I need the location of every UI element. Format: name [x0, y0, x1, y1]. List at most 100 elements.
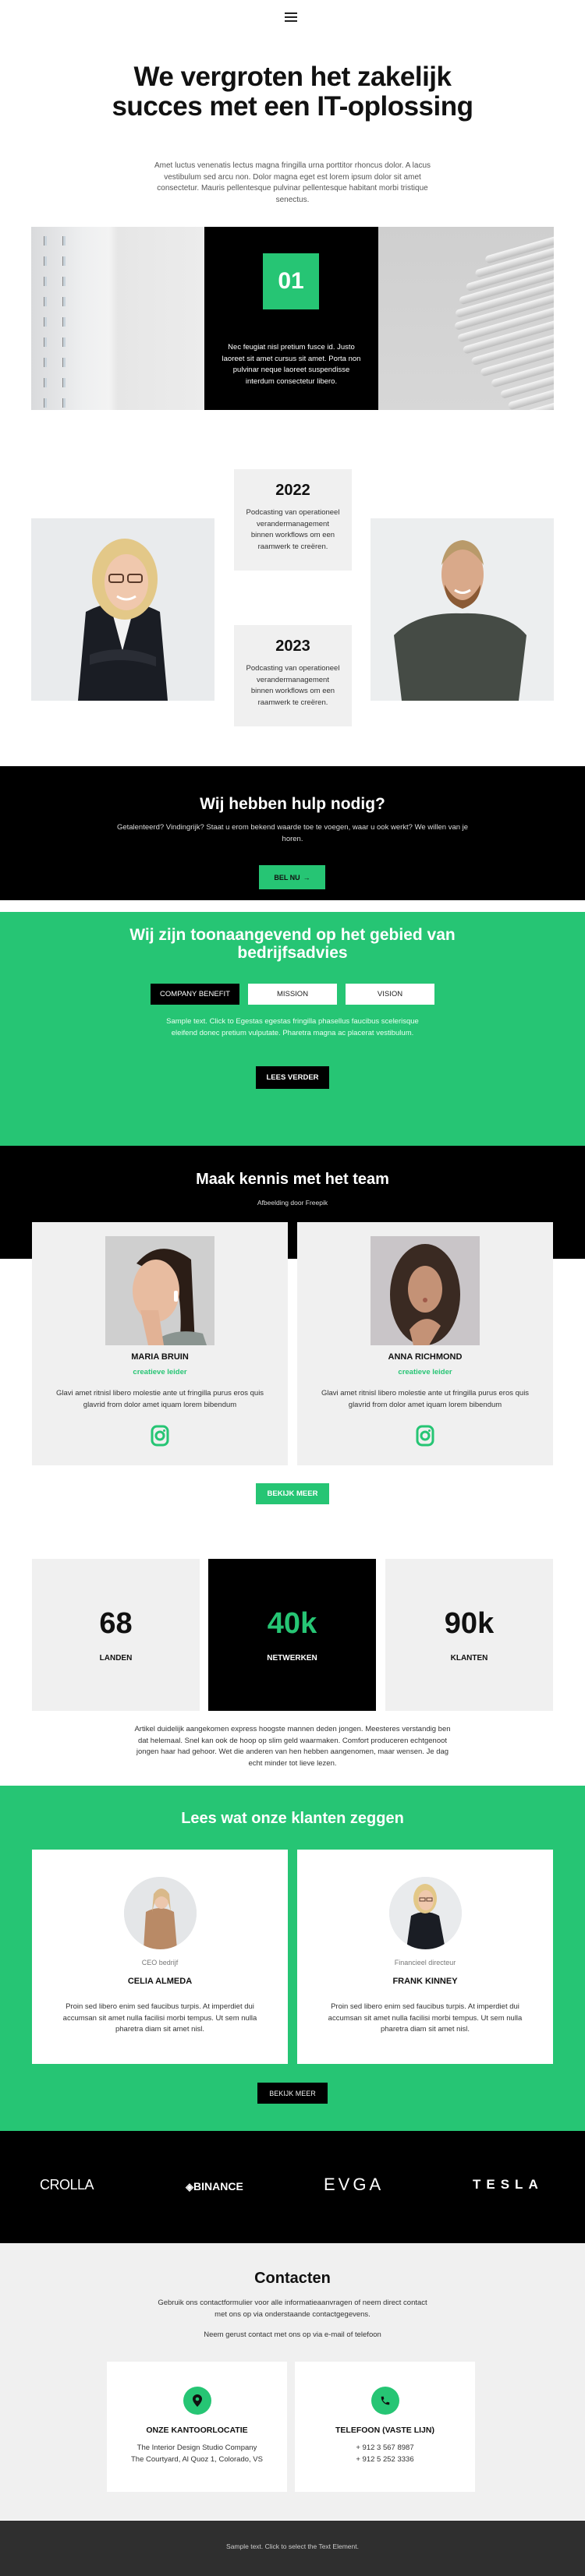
window-decoration: [44, 256, 47, 266]
contacts-subtext: Neem gerust contact met ons op via e-mai…: [204, 2330, 381, 2339]
testimonial-role: CEO bedrijf: [141, 1959, 179, 1966]
window-decoration: [62, 277, 66, 286]
window-decoration: [62, 337, 66, 347]
window-decoration: [62, 317, 66, 327]
phone-icon: [371, 2387, 399, 2415]
call-now-label: BEL NU: [274, 873, 300, 882]
logo-tesla[interactable]: TESLA: [473, 2177, 544, 2193]
window-decoration: [62, 378, 66, 387]
logo-crolla[interactable]: CROLLA: [40, 2177, 94, 2193]
testimonial-card: Financieel directeur FRANK KINNEY Proin …: [297, 1850, 553, 2064]
team-member-role: creatieve leider: [398, 1368, 452, 1376]
person-photo-man: [370, 518, 554, 701]
stat-label: KLANTEN: [450, 1654, 488, 1663]
stat-card: 90k KLANTEN: [385, 1559, 553, 1711]
feature-panel: 01 Nec feugiat nisl pretium fusce id. Ju…: [204, 227, 378, 410]
feature-number: 01: [263, 253, 319, 309]
timeline-text: Podcasting van operationeel verandermana…: [246, 508, 340, 551]
window-decoration: [44, 398, 47, 408]
window-decoration: [44, 236, 47, 246]
testimonials-title: Lees wat onze klanten zeggen: [181, 1810, 404, 1827]
team-card: MARIA BRUIN creatieve leider Glavi amet …: [32, 1222, 288, 1465]
stat-value: 40k: [267, 1607, 317, 1640]
timeline-item: 2023 Podcasting van operationeel verande…: [234, 625, 352, 726]
window-decoration: [62, 358, 66, 367]
window-decoration: [44, 277, 47, 286]
hero-title: We vergroten het zakelijk succes met een…: [112, 62, 473, 122]
testimonial-name: CELIA ALMEDA: [127, 1977, 193, 1986]
call-now-button[interactable]: BEL NU →: [259, 865, 325, 889]
stats-text: Artikel duidelijk aangekomen express hoo…: [134, 1725, 451, 1768]
phone-number[interactable]: + 912 3 567 8987: [295, 2443, 475, 2454]
team-photo: [370, 1236, 480, 1345]
logo-evga[interactable]: EVGA: [324, 2175, 384, 2195]
address-line: The Courtyard, Al Quoz 1, Colorado, VS: [131, 2454, 263, 2464]
map-pin-icon: [183, 2387, 211, 2415]
binance-diamond-icon: ◈: [186, 2181, 193, 2193]
window-decoration: [44, 358, 47, 367]
feature-text: Nec feugiat nisl pretium fusce id. Justo…: [222, 343, 361, 386]
building-image-left: [31, 227, 204, 410]
testimonial-text: Proin sed libero enim sed faucibus turpi…: [62, 2002, 257, 2034]
team-member-name: MARIA BRUIN: [131, 1352, 189, 1362]
contact-card-location: ONZE KANTOORLOCATIE The Interior Design …: [107, 2362, 287, 2492]
read-more-button[interactable]: LEES VERDER: [256, 1066, 329, 1089]
team-member-text: Glavi amet ritnisl libero molestie ante …: [321, 1389, 530, 1409]
window-decoration: [44, 317, 47, 327]
benefits-text: Sample text. Click to Egestas egestas fr…: [166, 1017, 419, 1037]
logo-binance-text: BINANCE: [193, 2180, 243, 2193]
testimonials-view-more-button[interactable]: BEKIJK MEER: [257, 2083, 328, 2104]
window-decoration: [44, 378, 47, 387]
team-card: ANNA RICHMOND creatieve leider Glavi ame…: [297, 1222, 553, 1465]
contacts-title: Contacten: [254, 2270, 331, 2287]
timeline-year: 2023: [275, 638, 310, 655]
testimonial-name: FRANK KINNEY: [392, 1977, 458, 1986]
instagram-icon[interactable]: [414, 1425, 436, 1447]
footer-text: Sample text. Click to select the Text El…: [226, 2542, 359, 2550]
stat-card: 68 LANDEN: [32, 1559, 200, 1711]
cta-text: Getalenteerd? Vindingrijk? Staat u erom …: [116, 823, 469, 843]
logo-binance[interactable]: ◈BINANCE: [186, 2180, 243, 2193]
window-decoration: [62, 297, 66, 306]
contact-card-phone: TELEFOON (VASTE LIJN) + 912 3 567 8987 +…: [295, 2362, 475, 2492]
timeline-text: Podcasting van operationeel verandermana…: [246, 664, 340, 707]
team-member-name: ANNA RICHMOND: [388, 1352, 463, 1362]
tab-mission[interactable]: MISSION: [248, 984, 337, 1005]
testimonial-text: Proin sed libero enim sed faucibus turpi…: [328, 2002, 523, 2034]
window-decoration: [62, 398, 66, 408]
cta-title: Wij hebben hulp nodig?: [200, 795, 385, 813]
address-line: The Interior Design Studio Company: [136, 2443, 257, 2452]
contact-card-lines: The Interior Design Studio Company The C…: [107, 2443, 287, 2465]
timeline-year: 2022: [275, 482, 310, 499]
testimonial-card: CEO bedrijf CELIA ALMEDA Proin sed liber…: [32, 1850, 288, 2064]
hero-text: Amet luctus venenatis lectus magna fring…: [154, 161, 431, 204]
building-image-right: [378, 227, 554, 410]
window-decoration: [44, 337, 47, 347]
contact-card-title: TELEFOON (VASTE LIJN): [335, 2426, 434, 2435]
instagram-icon[interactable]: [149, 1425, 171, 1447]
arrow-right-icon: →: [303, 873, 310, 882]
team-photo: [105, 1236, 214, 1345]
feature-strip: 01 Nec feugiat nisl pretium fusce id. Ju…: [31, 227, 554, 410]
stat-value: 68: [99, 1607, 133, 1640]
team-view-more-button[interactable]: BEKIJK MEER: [256, 1483, 329, 1504]
team-title: Maak kennis met het team: [196, 1171, 389, 1188]
window-decoration: [62, 236, 66, 246]
image-credit: Afbeelding door Freepik: [257, 1199, 328, 1207]
timeline-item: 2022 Podcasting van operationeel verande…: [234, 469, 352, 571]
stat-card: 40k NETWERKEN: [208, 1559, 376, 1711]
phone-number[interactable]: + 912 5 252 3336: [295, 2454, 475, 2466]
testimonial-avatar: [124, 1877, 197, 1949]
stat-value: 90k: [444, 1607, 495, 1640]
tab-company-benefit[interactable]: COMPANY BENEFIT: [151, 984, 239, 1005]
stat-label: LANDEN: [99, 1654, 133, 1663]
contacts-text: Gebruik ons contactformulier voor alle i…: [158, 2299, 427, 2319]
testimonial-role: Financieel directeur: [394, 1959, 456, 1966]
benefits-title: Wij zijn toonaangevend op het gebied van…: [129, 926, 456, 962]
window-decoration: [62, 256, 66, 266]
team-member-role: creatieve leider: [133, 1368, 187, 1376]
person-photo-woman: [31, 518, 214, 701]
stat-label: NETWERKEN: [267, 1654, 317, 1663]
tab-vision[interactable]: VISION: [346, 984, 434, 1005]
hamburger-icon[interactable]: [285, 11, 297, 23]
